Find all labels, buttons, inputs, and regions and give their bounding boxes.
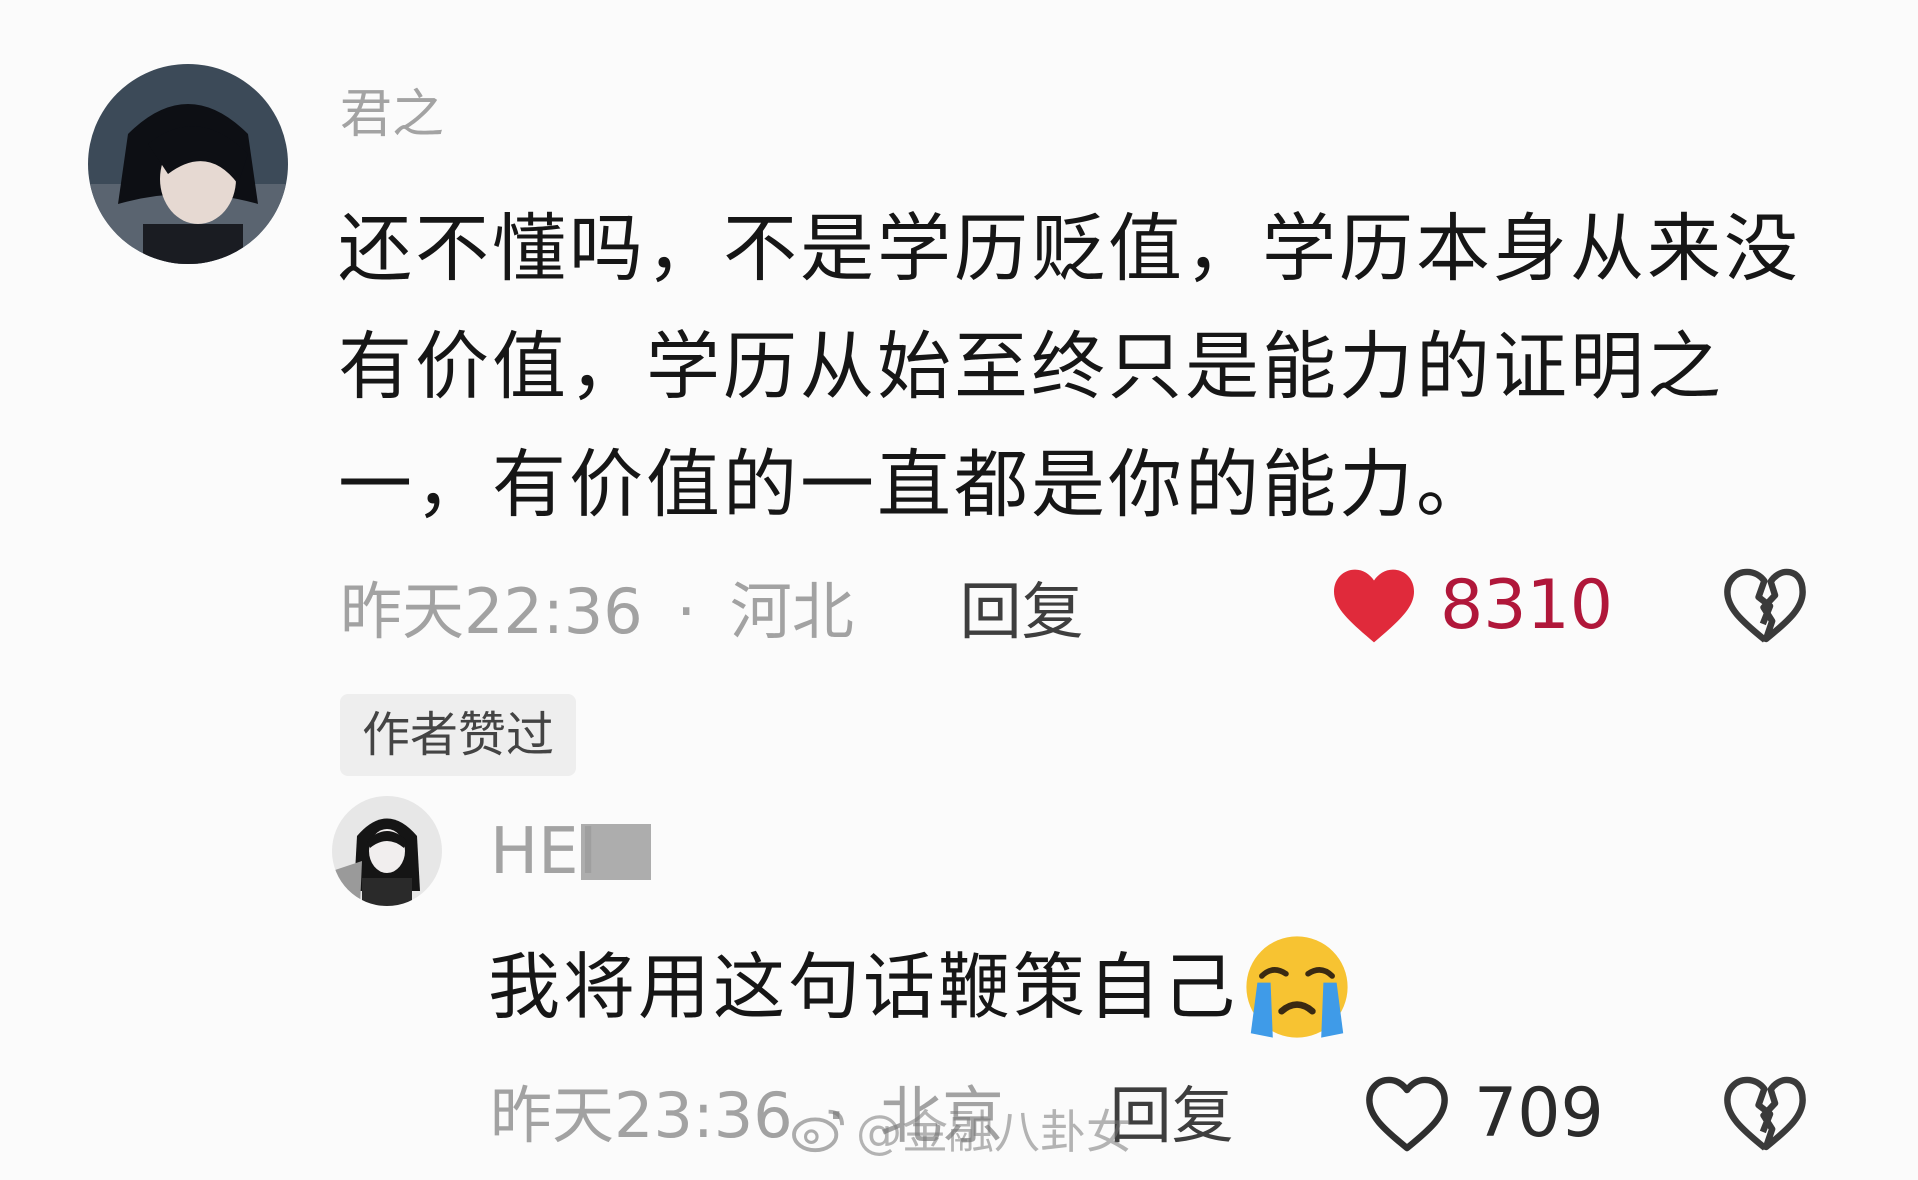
broken-heart-icon (1724, 1076, 1806, 1151)
comment-text: 我将用这句话鞭策自己 (488, 932, 1352, 1042)
avatar-image (88, 64, 288, 264)
location: 河北 (729, 575, 854, 648)
watermark-text: @金融八卦女 (856, 1105, 1132, 1159)
like-button[interactable]: 709 (1364, 1074, 1604, 1154)
heart-filled-icon (1334, 569, 1414, 643)
comment-meta: 昨天22:36 · 河北 回复 (340, 572, 1084, 652)
reply-button[interactable]: 回复 (960, 575, 1084, 648)
dislike-button[interactable] (1722, 1074, 1808, 1158)
heart-outline-icon (1366, 1076, 1448, 1152)
like-count: 8310 (1440, 566, 1614, 645)
separator: · (676, 575, 697, 648)
crying-face-emoji-icon (1246, 936, 1348, 1038)
avatar-image (332, 796, 442, 906)
timestamp: 昨天23:36 (490, 1079, 793, 1152)
timestamp: 昨天22:36 (340, 575, 643, 648)
broken-heart-icon (1724, 568, 1806, 643)
username-redaction (581, 824, 652, 880)
username[interactable]: 君之 (340, 80, 444, 150)
like-button[interactable]: 8310 (1330, 566, 1613, 646)
comment-text: 还不懂吗，不是学历贬值，学历本身从来没有价值，学历从始至终只是能力的证明之一，有… (338, 206, 1801, 528)
avatar[interactable] (88, 64, 288, 264)
comment-text-content: 我将用这句话鞭策自己 (488, 945, 1239, 1029)
like-count: 709 (1474, 1074, 1604, 1153)
username[interactable]: HEI (490, 812, 652, 892)
author-liked-badge: 作者赞过 (340, 694, 577, 776)
weibo-logo-icon (792, 1109, 844, 1153)
dislike-button[interactable] (1722, 566, 1808, 650)
weibo-watermark: @金融八卦女 (790, 1096, 1132, 1162)
avatar[interactable] (332, 796, 442, 906)
